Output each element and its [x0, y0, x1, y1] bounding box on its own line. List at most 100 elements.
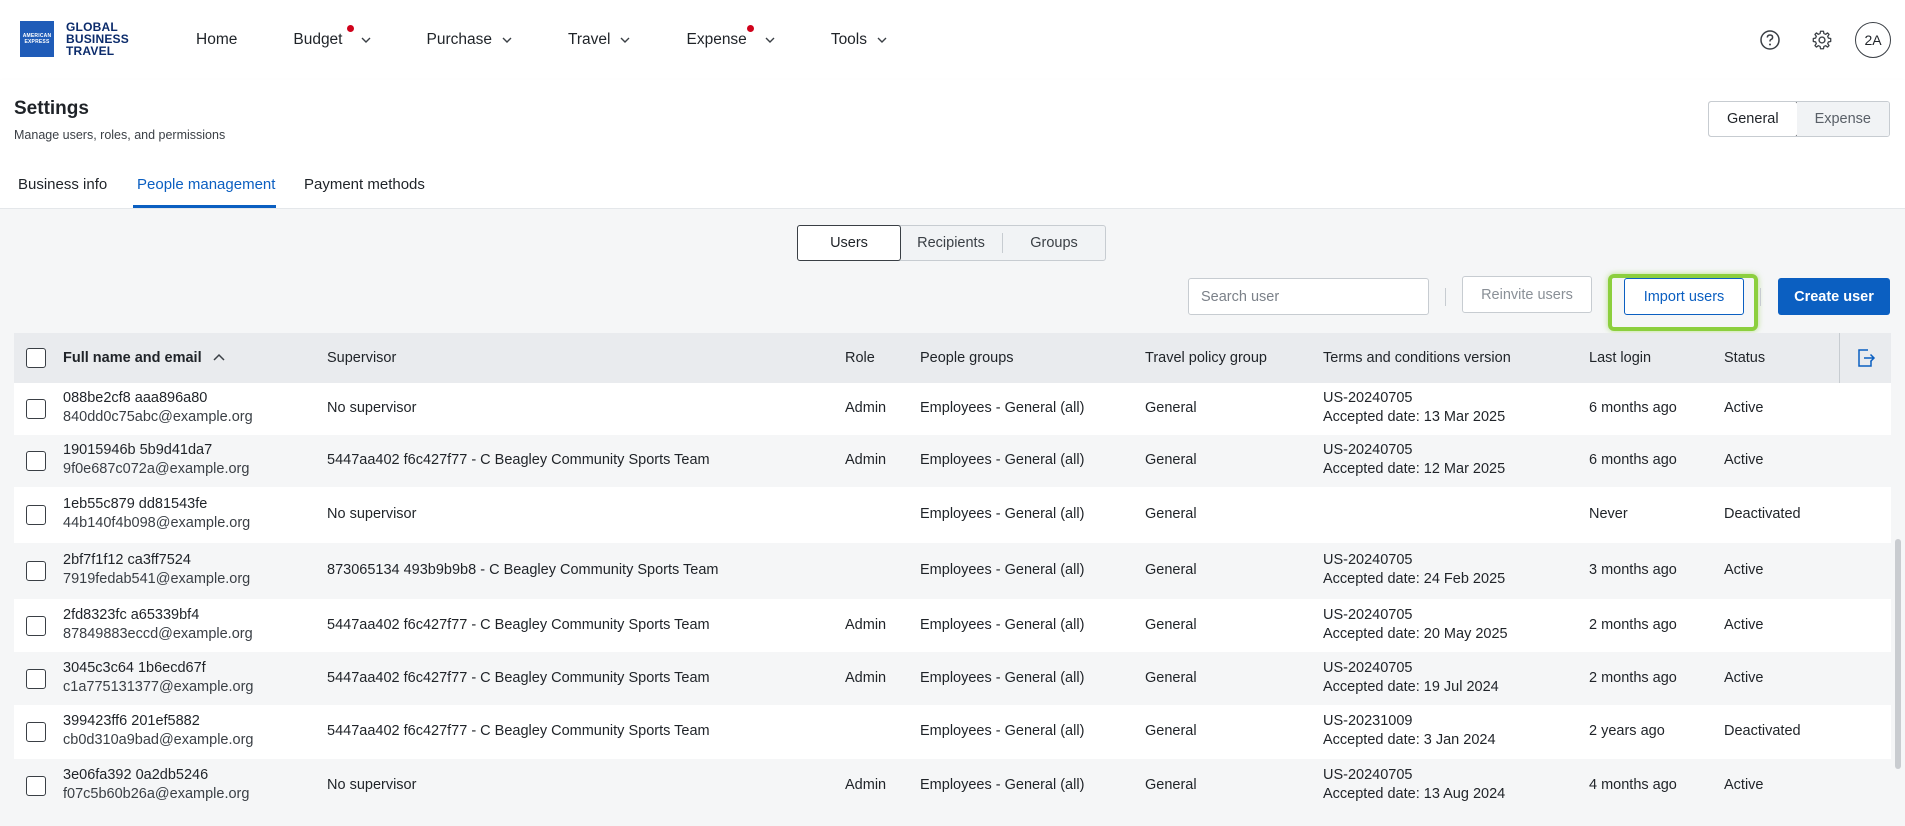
status-cell: Active — [1724, 400, 1764, 416]
table-row[interactable]: 2bf7f1f12 ca3ff7524 7919fedab541@example.… — [14, 543, 1891, 599]
supervisor-cell: No supervisor — [327, 400, 417, 416]
amex-gbt-logo[interactable]: AMERICAN EXPRESS GLOBAL BUSINESS TRAVEL — [20, 21, 129, 57]
settings-button[interactable] — [1805, 23, 1839, 57]
nav-travel[interactable]: Travel — [568, 31, 631, 49]
travel-policy-cell: General — [1145, 617, 1197, 633]
table-row[interactable]: 399423ff6 201ef5882 cb0d310a9bad@example.… — [14, 705, 1891, 759]
user-email: f07c5b60b26a@example.org — [63, 786, 250, 802]
export-button[interactable] — [1839, 333, 1891, 383]
people-groups-cell: Employees - General (all) — [920, 400, 1085, 416]
terms-version-cell: US-20240705 — [1323, 660, 1413, 676]
tab-payment-methods[interactable]: Payment methods — [304, 176, 425, 193]
user-name[interactable]: 2bf7f1f12 ca3ff7524 — [63, 552, 191, 568]
status-cell: Active — [1724, 670, 1764, 686]
last-login-cell: 6 months ago — [1589, 400, 1677, 416]
nav-tools-label: Tools — [830, 31, 867, 48]
terms-version-cell: US-20240705 — [1323, 552, 1413, 568]
top-navigation: AMERICAN EXPRESS GLOBAL BUSINESS TRAVEL … — [0, 0, 1905, 80]
table-row[interactable]: 3e06fa392 0a2db5246 f07c5b60b26a@example.… — [14, 759, 1891, 813]
status-cell: Active — [1724, 452, 1764, 468]
nav-purchase[interactable]: Purchase — [427, 31, 512, 49]
user-name[interactable]: 399423ff6 201ef5882 — [63, 713, 200, 729]
user-email: cb0d310a9bad@example.org — [63, 732, 254, 748]
row-checkbox[interactable] — [26, 616, 46, 636]
table-row[interactable]: 1eb55c879 dd81543fe 44b140f4b098@example.… — [14, 487, 1891, 543]
header-supervisor: Supervisor — [327, 350, 397, 366]
import-users-button[interactable]: Import users — [1624, 278, 1744, 315]
user-name[interactable]: 19015946b 5b9d41da7 — [63, 442, 212, 458]
create-user-button[interactable]: Create user — [1778, 278, 1890, 315]
nav-expense[interactable]: Expense — [686, 25, 775, 49]
toolbar-divider — [1445, 288, 1446, 306]
terms-version-cell: US-20240705 — [1323, 767, 1413, 783]
row-checkbox[interactable] — [26, 776, 46, 796]
nav-budget-label: Budget — [293, 31, 343, 48]
segment-recipients[interactable]: Recipients — [900, 226, 1002, 260]
table-row[interactable]: 3045c3c64 1b6ecd67f c1a775131377@example.… — [14, 652, 1891, 705]
status-cell: Deactivated — [1724, 506, 1801, 522]
user-name[interactable]: 2fd8323fc a65339bf4 — [63, 607, 199, 623]
table-row[interactable]: 088be2cf8 aaa896a80 840dd0c75abc@example.… — [14, 383, 1891, 435]
tab-people-management[interactable]: People management — [137, 176, 275, 193]
terms-version-cell: US-20240705 — [1323, 607, 1413, 623]
nav-travel-label: Travel — [567, 31, 611, 48]
logo-box-line2: EXPRESS — [24, 39, 50, 45]
user-name[interactable]: 1eb55c879 dd81543fe — [63, 496, 207, 512]
gear-icon — [1812, 30, 1832, 50]
row-checkbox[interactable] — [26, 722, 46, 742]
nav-expense-label: Expense — [686, 31, 747, 48]
nav-budget[interactable]: Budget — [293, 25, 370, 49]
people-groups-cell: Employees - General (all) — [920, 562, 1085, 578]
header-role: Role — [845, 350, 875, 366]
help-button[interactable] — [1753, 23, 1787, 57]
active-tab-indicator — [133, 205, 276, 208]
accepted-date-cell: Accepted date: 13 Mar 2025 — [1323, 409, 1506, 425]
segment-users[interactable]: Users — [797, 225, 901, 261]
travel-policy-cell: General — [1145, 562, 1197, 578]
page-title: Settings — [14, 98, 89, 119]
user-email: 9f0e687c072a@example.org — [63, 461, 250, 477]
chevron-down-icon — [765, 37, 775, 43]
reinvite-users-button[interactable]: Reinvite users — [1462, 276, 1592, 313]
segment-groups[interactable]: Groups — [1003, 226, 1105, 260]
select-all-checkbox[interactable] — [26, 348, 46, 368]
tab-business-info[interactable]: Business info — [18, 176, 107, 193]
help-icon — [1760, 30, 1780, 50]
accepted-date-cell: Accepted date: 3 Jan 2024 — [1323, 732, 1496, 748]
row-checkbox[interactable] — [26, 669, 46, 689]
people-groups-cell: Employees - General (all) — [920, 777, 1085, 793]
row-checkbox[interactable] — [26, 505, 46, 525]
mode-expense-button[interactable]: Expense — [1796, 102, 1889, 136]
chevron-down-icon — [361, 37, 370, 43]
user-avatar[interactable]: 2A — [1855, 22, 1891, 58]
toolbar-divider — [1608, 288, 1609, 306]
header-full-name[interactable]: Full name and email — [63, 350, 226, 366]
row-checkbox[interactable] — [26, 399, 46, 419]
mode-general-button[interactable]: General — [1708, 102, 1798, 136]
last-login-cell: 6 months ago — [1589, 452, 1677, 468]
nav-home[interactable]: Home — [196, 31, 237, 49]
role-cell: Admin — [845, 400, 887, 416]
scrollbar[interactable] — [1895, 539, 1901, 769]
table-row[interactable]: 2fd8323fc a65339bf4 87849883eccd@example.… — [14, 599, 1891, 652]
user-name[interactable]: 3e06fa392 0a2db5246 — [63, 767, 208, 783]
user-email: c1a775131377@example.org — [63, 679, 254, 695]
user-name[interactable]: 088be2cf8 aaa896a80 — [63, 390, 207, 406]
accepted-date-cell: Accepted date: 19 Jul 2024 — [1323, 679, 1499, 695]
row-checkbox[interactable] — [26, 451, 46, 471]
people-management-content: Users Recipients Groups Reinvite users I… — [0, 209, 1905, 826]
notification-dot — [747, 25, 755, 32]
user-name[interactable]: 3045c3c64 1b6ecd67f — [63, 660, 206, 676]
user-email: 87849883eccd@example.org — [63, 626, 253, 642]
nav-right-actions: 2A — [1753, 0, 1905, 80]
search-user-input[interactable] — [1188, 278, 1429, 315]
travel-policy-cell: General — [1145, 452, 1197, 468]
last-login-cell: 2 years ago — [1589, 723, 1665, 739]
travel-policy-cell: General — [1145, 723, 1197, 739]
accepted-date-cell: Accepted date: 13 Aug 2024 — [1323, 786, 1506, 802]
table-row[interactable]: 19015946b 5b9d41da7 9f0e687c072a@example.… — [14, 435, 1891, 487]
nav-tools[interactable]: Tools — [831, 31, 887, 49]
toolbar-divider — [1760, 288, 1761, 306]
row-checkbox[interactable] — [26, 561, 46, 581]
user-email: 44b140f4b098@example.org — [63, 515, 251, 531]
